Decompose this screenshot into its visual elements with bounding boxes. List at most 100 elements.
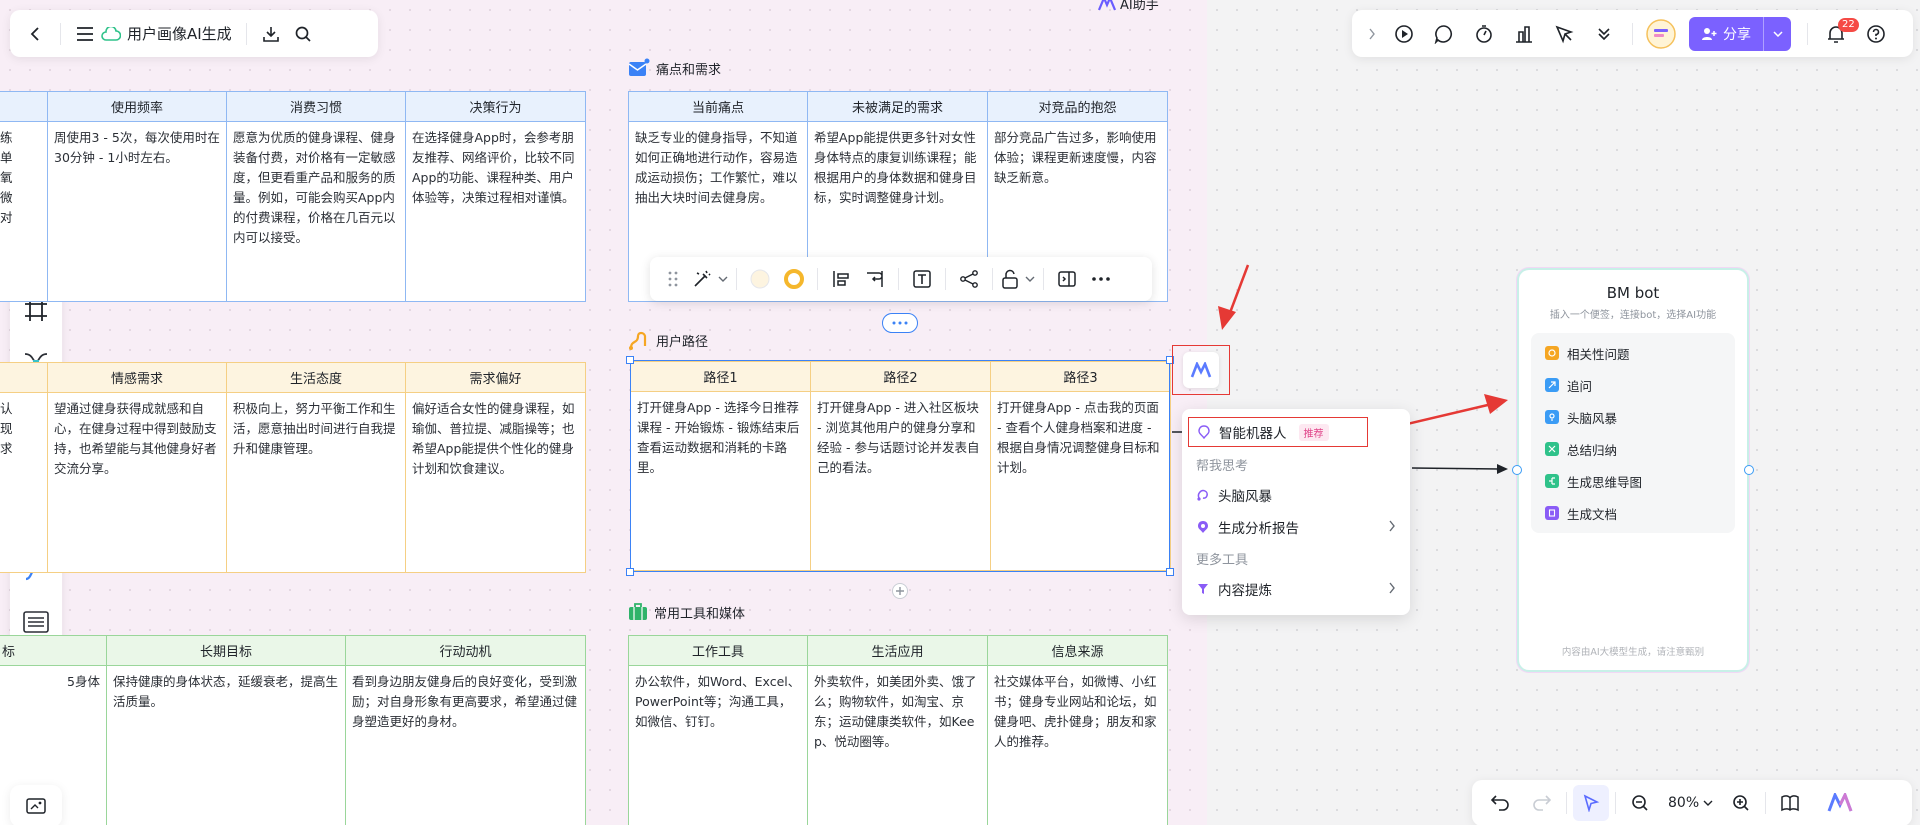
- connection-port[interactable]: [1744, 465, 1754, 475]
- add-user-icon: [1702, 27, 1717, 40]
- timer-icon: [1476, 24, 1492, 43]
- divider: [1566, 792, 1567, 814]
- select-tool-button[interactable]: [1573, 785, 1609, 821]
- bot-icon: [1198, 425, 1210, 439]
- menu-group-heading: 更多工具: [1196, 552, 1249, 568]
- ai-logo-icon: [1827, 793, 1853, 812]
- menu-item-label: 内容提炼: [1218, 583, 1272, 599]
- share-main[interactable]: 分享: [1689, 24, 1763, 44]
- bm-bot-title: BM bot: [1606, 284, 1660, 302]
- zoom-in-button[interactable]: [1723, 785, 1759, 821]
- red-arrow-line: [1226, 264, 1250, 319]
- divider: [1765, 792, 1767, 814]
- menu-item-label: 头脑风暴: [1218, 489, 1272, 505]
- bm-item-label: 总结归纳: [1567, 442, 1618, 458]
- zoom-out-button[interactable]: [1622, 785, 1658, 821]
- share-dropdown[interactable]: [1763, 16, 1791, 51]
- bm-item-follow-up[interactable]: 追问: [1531, 369, 1735, 401]
- bm-item-label: 相关性问题: [1567, 346, 1630, 362]
- bm-item-label: 追问: [1567, 378, 1593, 394]
- menu-item-analysis-report[interactable]: 生成分析报告: [1182, 511, 1410, 543]
- double-chevron-down-icon: [1598, 27, 1610, 40]
- menu-item-label: 生成分析报告: [1218, 521, 1299, 537]
- share-button[interactable]: 分享: [1689, 16, 1791, 51]
- undo-button[interactable]: [1482, 785, 1518, 821]
- divider: [1807, 22, 1808, 45]
- play-icon: [1395, 24, 1413, 43]
- brainstorm-icon: [1197, 489, 1208, 501]
- menu-item-smart-bot[interactable]: 智能机器人 推荐: [1188, 417, 1368, 447]
- red-arrowhead: [1218, 306, 1236, 330]
- redo-button[interactable]: [1524, 785, 1560, 821]
- share-label: 分享: [1723, 26, 1751, 43]
- comment-button[interactable]: [1426, 16, 1462, 52]
- menu-item-brainstorm[interactable]: 头脑风暴: [1182, 479, 1410, 511]
- chevron-right-icon: [1389, 520, 1395, 532]
- divider: [1615, 792, 1616, 814]
- redo-icon: [1533, 795, 1552, 811]
- bm-item-brainstorm[interactable]: 头脑风暴: [1531, 401, 1735, 433]
- vote-icon: [1516, 25, 1532, 43]
- notification-button[interactable]: 22: [1818, 16, 1859, 52]
- bm-item-label: 生成文档: [1567, 506, 1618, 522]
- divider: [1632, 22, 1633, 45]
- collapse-toolbar-button[interactable]: [1362, 16, 1382, 52]
- laser-button[interactable]: [1546, 16, 1582, 52]
- connector-arrowhead: [1497, 464, 1508, 474]
- report-icon: [1198, 521, 1208, 533]
- avatar-icon: [1646, 18, 1676, 49]
- help-button[interactable]: [1858, 16, 1894, 52]
- mindmap-icon: [1545, 474, 1559, 488]
- minimap-button[interactable]: [10, 785, 62, 825]
- bm-item-document[interactable]: 生成文档: [1531, 497, 1735, 529]
- menu-group-heading: 帮我思考: [1196, 458, 1249, 474]
- chevron-down-icon: [1772, 30, 1783, 37]
- zoom-in-icon: [1733, 795, 1749, 811]
- undo-icon: [1490, 795, 1509, 811]
- bm-bot-footer: 内容由AI大模型生成，请注意甄别: [1561, 647, 1705, 658]
- bm-item-mindmap[interactable]: 生成思维导图: [1531, 465, 1735, 497]
- top-right-toolbar: 分享 22: [1352, 10, 1913, 57]
- bm-item-label: 生成思维导图: [1567, 474, 1643, 490]
- connection-port[interactable]: [1512, 465, 1522, 475]
- bm-item-summarize[interactable]: 总结归纳: [1531, 433, 1735, 465]
- minimap-icon: [26, 798, 46, 814]
- bm-bot-function-list: 相关性问题 追问 头脑风暴 总结归纳 生成思维导图 生成文档: [1531, 333, 1735, 533]
- guide-book-button[interactable]: [1772, 785, 1808, 821]
- menu-item-label: 智能机器人: [1219, 426, 1287, 442]
- extract-icon: [1198, 584, 1208, 594]
- ai-assistant-button[interactable]: [1822, 785, 1858, 821]
- menu-item-extract[interactable]: 内容提炼: [1182, 573, 1410, 605]
- help-icon: [1867, 24, 1885, 43]
- avatar[interactable]: [1643, 16, 1679, 52]
- comment-icon: [1434, 24, 1453, 44]
- red-arrowhead: [1484, 394, 1508, 414]
- recommend-badge: 推荐: [1298, 423, 1329, 441]
- cursor-icon: [1583, 794, 1600, 812]
- timer-button[interactable]: [1466, 16, 1502, 52]
- brainstorm-icon: [1545, 410, 1559, 424]
- question-icon: [1545, 346, 1559, 360]
- bm-bot-card[interactable]: BM bot 插入一个便签，连接bot，选择AI功能 相关性问题 追问 头脑风暴…: [1512, 268, 1754, 672]
- ai-context-menu: 智能机器人 推荐 帮我思考 头脑风暴 生成分析报告 更多工具 内容提炼: [1182, 409, 1410, 615]
- bm-item-related-questions[interactable]: 相关性问题: [1531, 337, 1735, 369]
- document-icon: [1545, 506, 1559, 520]
- zoom-level: 80%: [1668, 795, 1700, 811]
- zoom-level-select[interactable]: 80%: [1664, 795, 1717, 811]
- notification-count-badge: 22: [1838, 17, 1859, 32]
- connector-line: [1411, 467, 1501, 470]
- chevron-down-icon: [1703, 800, 1713, 806]
- follow-up-icon: [1545, 378, 1559, 392]
- vote-button[interactable]: [1506, 16, 1542, 52]
- more-tools-dropdown[interactable]: [1586, 16, 1622, 52]
- present-button[interactable]: [1386, 16, 1422, 52]
- bottom-toolbar: 80%: [1472, 780, 1912, 825]
- chevron-right-icon: [1369, 28, 1375, 39]
- laser-pointer-icon: [1555, 25, 1574, 43]
- zoom-out-icon: [1632, 795, 1648, 811]
- book-icon: [1781, 795, 1799, 812]
- chevron-right-icon: [1389, 582, 1395, 594]
- summarize-icon: [1545, 442, 1559, 456]
- bm-bot-subtitle: 插入一个便签，连接bot，选择AI功能: [1549, 310, 1717, 321]
- bm-item-label: 头脑风暴: [1567, 410, 1618, 426]
